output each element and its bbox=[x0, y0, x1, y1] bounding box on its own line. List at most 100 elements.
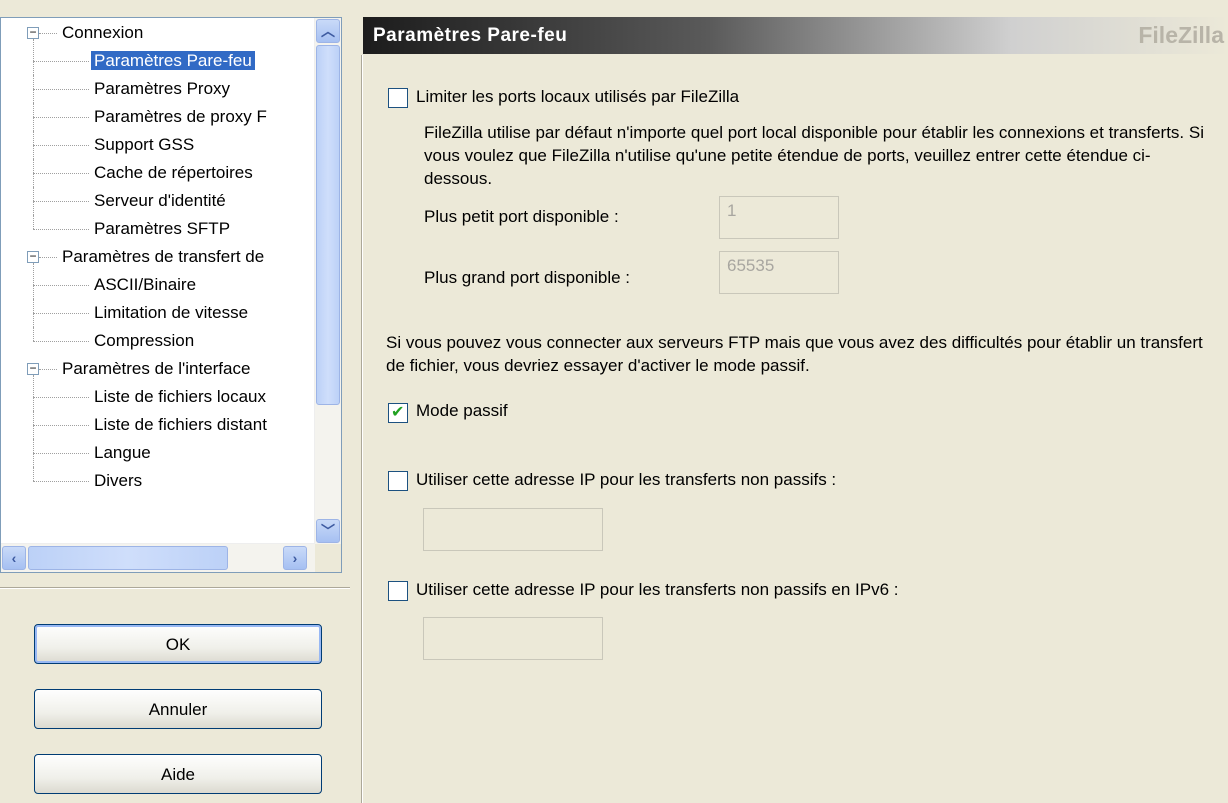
tree-connector bbox=[33, 131, 34, 159]
tree-item[interactable]: Liste de fichiers distant bbox=[91, 411, 270, 439]
tree-connector bbox=[39, 369, 57, 370]
scroll-up-icon[interactable]: ︿ bbox=[316, 19, 340, 43]
tree-connector bbox=[33, 39, 34, 75]
tree-item-label: Limitation de vitesse bbox=[94, 303, 249, 322]
scroll-left-icon[interactable]: ‹ bbox=[2, 546, 26, 570]
limit-ports-checkbox[interactable] bbox=[388, 88, 408, 108]
tree-connector bbox=[33, 89, 89, 90]
passive-mode-label: Mode passif bbox=[416, 401, 508, 420]
tree-connector bbox=[33, 263, 34, 299]
tree-item[interactable]: Divers bbox=[91, 467, 145, 495]
tree-connector bbox=[33, 75, 34, 103]
scroll-corner bbox=[315, 544, 341, 572]
min-port-input[interactable]: 1 bbox=[719, 196, 839, 239]
tree-item[interactable]: Cache de répertoires bbox=[91, 159, 256, 187]
min-port-label: Plus petit port disponible : bbox=[424, 207, 619, 226]
tree-horizontal-scrollbar[interactable]: ‹ › bbox=[1, 543, 315, 572]
max-port-input[interactable]: 65535 bbox=[719, 251, 839, 294]
tree-item-label: Divers bbox=[94, 471, 143, 490]
ip-override-label: Utiliser cette adresse IP pour les trans… bbox=[416, 470, 837, 489]
tree-connector bbox=[33, 341, 89, 342]
help-button[interactable]: Aide bbox=[34, 754, 322, 794]
tree-expander-icon[interactable]: − bbox=[27, 362, 39, 375]
limit-ports-description: FileZilla utilise par défaut n'importe q… bbox=[424, 123, 1204, 188]
tree-connector bbox=[33, 299, 34, 327]
tree-connector bbox=[33, 61, 89, 62]
tree-connector bbox=[33, 201, 89, 202]
tree-connector bbox=[39, 257, 57, 258]
ok-button[interactable]: OK bbox=[34, 624, 322, 664]
tree-item-label: Liste de fichiers locaux bbox=[94, 387, 266, 406]
left-divider bbox=[0, 587, 350, 588]
tree-connector bbox=[33, 439, 34, 467]
page-header: Paramètres Pare-feu FileZilla bbox=[363, 17, 1228, 54]
scroll-down-icon[interactable]: ﹀ bbox=[316, 519, 340, 543]
tree-item[interactable]: Serveur d'identité bbox=[91, 187, 229, 215]
ip-override-input[interactable] bbox=[423, 508, 603, 551]
tree-expander-icon[interactable]: − bbox=[27, 26, 39, 39]
tree-item-label: Paramètres de proxy F bbox=[94, 107, 267, 126]
tree-item-label: Support GSS bbox=[94, 135, 195, 154]
passive-mode-checkbox[interactable] bbox=[388, 402, 408, 423]
tree-connector bbox=[33, 103, 34, 131]
tree-connector bbox=[39, 33, 57, 34]
tree-connector bbox=[33, 453, 89, 454]
tree-item[interactable]: Paramètres de l'interface bbox=[59, 355, 253, 383]
tree-content: Connexion − Paramètres Pare-feu Paramètres … bbox=[1, 18, 315, 544]
tree-connector bbox=[33, 313, 89, 314]
tree-item[interactable]: Support GSS bbox=[91, 131, 197, 159]
tree-item-label: Paramètres SFTP bbox=[94, 219, 231, 238]
tree-item[interactable]: Paramètres de transfert de bbox=[59, 243, 267, 271]
scroll-thumb[interactable] bbox=[316, 45, 340, 405]
max-port-label: Plus grand port disponible : bbox=[424, 268, 631, 287]
tree-item[interactable]: Liste de fichiers locaux bbox=[91, 383, 269, 411]
tree-connector bbox=[33, 481, 89, 482]
tree-connector bbox=[33, 375, 34, 411]
tree-connector bbox=[33, 117, 89, 118]
tree-item[interactable]: Compression bbox=[91, 327, 197, 355]
ip-override-checkbox[interactable] bbox=[388, 471, 408, 491]
tree-item[interactable]: Limitation de vitesse bbox=[91, 299, 251, 327]
ip6-override-label: Utiliser cette adresse IP pour les trans… bbox=[416, 580, 899, 599]
tree-connector bbox=[33, 467, 34, 481]
scroll-right-icon[interactable]: › bbox=[283, 546, 307, 570]
tree-connector bbox=[33, 327, 34, 341]
tree-item-label: Paramètres Pare-feu bbox=[91, 51, 255, 70]
tree-vertical-scrollbar[interactable]: ︿ ﹀ bbox=[314, 18, 341, 544]
brand-label: FileZilla bbox=[1138, 22, 1224, 48]
tree-item[interactable]: Langue bbox=[91, 439, 154, 467]
tree-connector bbox=[33, 159, 34, 187]
page-title: Paramètres Pare-feu bbox=[373, 25, 568, 46]
tree-item-label: Paramètres de transfert de bbox=[62, 247, 265, 266]
tree-connector bbox=[33, 229, 89, 230]
tree-item[interactable]: Paramètres SFTP bbox=[91, 215, 233, 243]
settings-tree[interactable]: Connexion − Paramètres Pare-feu Paramètres … bbox=[0, 17, 342, 573]
ip6-override-checkbox[interactable] bbox=[388, 581, 408, 601]
tree-item[interactable]: Paramètres de proxy F bbox=[91, 103, 270, 131]
tree-connector bbox=[33, 411, 34, 439]
tree-connector bbox=[33, 145, 89, 146]
tree-item[interactable]: Paramètres Pare-feu bbox=[91, 47, 255, 75]
panel-separator bbox=[362, 55, 363, 803]
tree-connector bbox=[33, 425, 89, 426]
tree-item-label: Paramètres de l'interface bbox=[62, 359, 251, 378]
tree-item-label: Liste de fichiers distant bbox=[94, 415, 267, 434]
tree-item-label: Compression bbox=[94, 331, 195, 350]
tree-connector bbox=[33, 187, 34, 215]
tree-item-label: Connexion bbox=[62, 23, 144, 42]
tree-expander-icon[interactable]: − bbox=[27, 250, 39, 263]
limit-ports-label: Limiter les ports locaux utilisés par Fi… bbox=[416, 87, 740, 106]
tree-item-label: Cache de répertoires bbox=[94, 163, 253, 182]
tree-item-label: Paramètres Proxy bbox=[94, 79, 231, 98]
cancel-button[interactable]: Annuler bbox=[34, 689, 322, 729]
tree-connector bbox=[33, 397, 89, 398]
tree-item[interactable]: Paramètres Proxy bbox=[91, 75, 233, 103]
tree-item-label: Langue bbox=[94, 443, 151, 462]
h-scroll-thumb[interactable] bbox=[28, 546, 228, 570]
tree-item-label: Serveur d'identité bbox=[94, 191, 226, 210]
ip6-override-input[interactable] bbox=[423, 617, 603, 660]
passive-info-text: Si vous pouvez vous connecter aux serveu… bbox=[386, 333, 1203, 375]
tree-item[interactable]: Connexion bbox=[59, 19, 146, 47]
tree-item[interactable]: ASCII/Binaire bbox=[91, 271, 199, 299]
tree-connector bbox=[33, 285, 89, 286]
